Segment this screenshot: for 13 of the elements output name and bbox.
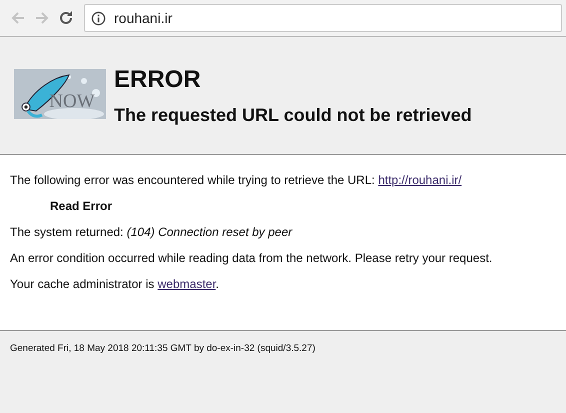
error-title: ERROR bbox=[114, 67, 202, 94]
error-subtitle: The requested URL could not be retrieved bbox=[114, 105, 472, 127]
address-bar[interactable]: rouhani.ir bbox=[84, 4, 562, 32]
message-text: The following error was encountered while trying to retrieve the URL: http://rouhani.ir/ bbox=[10, 173, 463, 187]
info-icon bbox=[91, 10, 106, 26]
link[interactable]: http://rouhani.ir/ bbox=[378, 173, 462, 187]
message-text: An error condition occurred while reading data from the network. Please retry your request. bbox=[10, 251, 494, 265]
message-text: The system returned: (104) Connection reset by peer bbox=[10, 225, 294, 239]
message-text: Your cache administrator is webmaster. bbox=[10, 277, 220, 291]
squid-logo: NOW bbox=[14, 69, 106, 119]
link[interactable]: webmaster bbox=[158, 277, 216, 291]
footer-text: Generated Fri, 18 May 2018 20:11:35 GMT by do-ex-in-32 (squid/3.5.27) bbox=[10, 343, 316, 354]
error-heading: Read Error bbox=[49, 199, 114, 213]
